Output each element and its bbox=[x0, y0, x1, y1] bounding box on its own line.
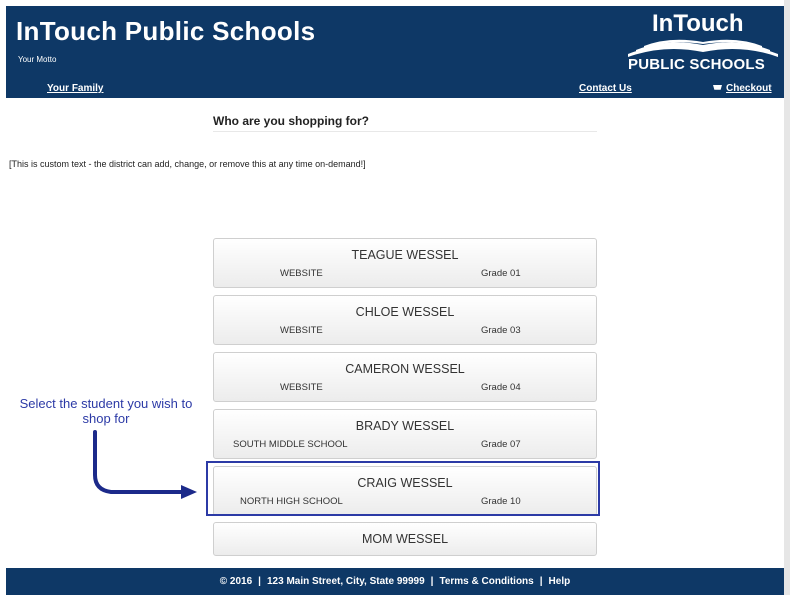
custom-district-text: [This is custom text - the district can … bbox=[9, 159, 366, 169]
cart-icon bbox=[713, 84, 722, 90]
open-book-icon bbox=[628, 39, 778, 57]
site-header: InTouch Public Schools Your Motto Your F… bbox=[6, 6, 784, 98]
page-heading: Who are you shopping for? bbox=[213, 114, 369, 128]
callout-instruction: Select the student you wish to shop for bbox=[19, 396, 193, 426]
student-school: WEBSITE bbox=[280, 325, 323, 336]
student-card-chloe[interactable]: CHLOE WESSEL WEBSITE Grade 03 bbox=[213, 295, 597, 345]
student-name: BRADY WESSEL bbox=[355, 419, 455, 433]
student-school: WEBSITE bbox=[280, 382, 323, 393]
footer-copyright: © 2016 bbox=[219, 576, 253, 587]
student-grade: Grade 03 bbox=[481, 325, 521, 336]
site-footer: © 2016 | 123 Main Street, City, State 9999… bbox=[6, 568, 784, 595]
student-grade: Grade 01 bbox=[481, 268, 521, 279]
site-motto: Your Motto bbox=[18, 55, 57, 64]
window-edge bbox=[784, 0, 790, 595]
callout-arrow-icon bbox=[93, 430, 197, 499]
site-title: InTouch Public Schools bbox=[16, 16, 316, 46]
nav-your-family-link[interactable]: Your Family bbox=[47, 83, 104, 94]
student-card-teague[interactable]: TEAGUE WESSEL WEBSITE Grade 01 bbox=[213, 238, 597, 288]
student-card-cameron[interactable]: CAMERON WESSEL WEBSITE Grade 04 bbox=[213, 352, 597, 402]
student-name: MOM WESSEL bbox=[361, 532, 449, 546]
student-school: WEBSITE bbox=[280, 268, 323, 279]
footer-address: 123 Main Street, City, State 99999 bbox=[266, 576, 425, 587]
student-card-mom[interactable]: MOM WESSEL bbox=[213, 522, 597, 556]
student-grade: Grade 04 bbox=[481, 382, 521, 393]
student-name: CHLOE WESSEL bbox=[355, 305, 455, 319]
student-card-brady[interactable]: BRADY WESSEL SOUTH MIDDLE SCHOOL Grade 0… bbox=[213, 409, 597, 459]
nav-checkout-link[interactable]: Checkout bbox=[713, 83, 772, 94]
nav-contact-us-link[interactable]: Contact Us bbox=[579, 83, 632, 94]
student-name: TEAGUE WESSEL bbox=[351, 248, 459, 262]
checkout-label: Checkout bbox=[726, 83, 772, 94]
logo-subtitle: PUBLIC SCHOOLS bbox=[628, 56, 765, 73]
student-school: SOUTH MIDDLE SCHOOL bbox=[233, 439, 348, 450]
heading-divider bbox=[213, 131, 597, 132]
student-grade: Grade 07 bbox=[481, 439, 521, 450]
selected-student-highlight bbox=[206, 461, 600, 516]
footer-help-link[interactable]: Help bbox=[549, 576, 571, 587]
student-name: CAMERON WESSEL bbox=[345, 362, 465, 376]
footer-terms-link[interactable]: Terms & Conditions bbox=[439, 576, 533, 587]
district-logo: InTouch PUBLIC SCHOOLS bbox=[622, 6, 784, 80]
